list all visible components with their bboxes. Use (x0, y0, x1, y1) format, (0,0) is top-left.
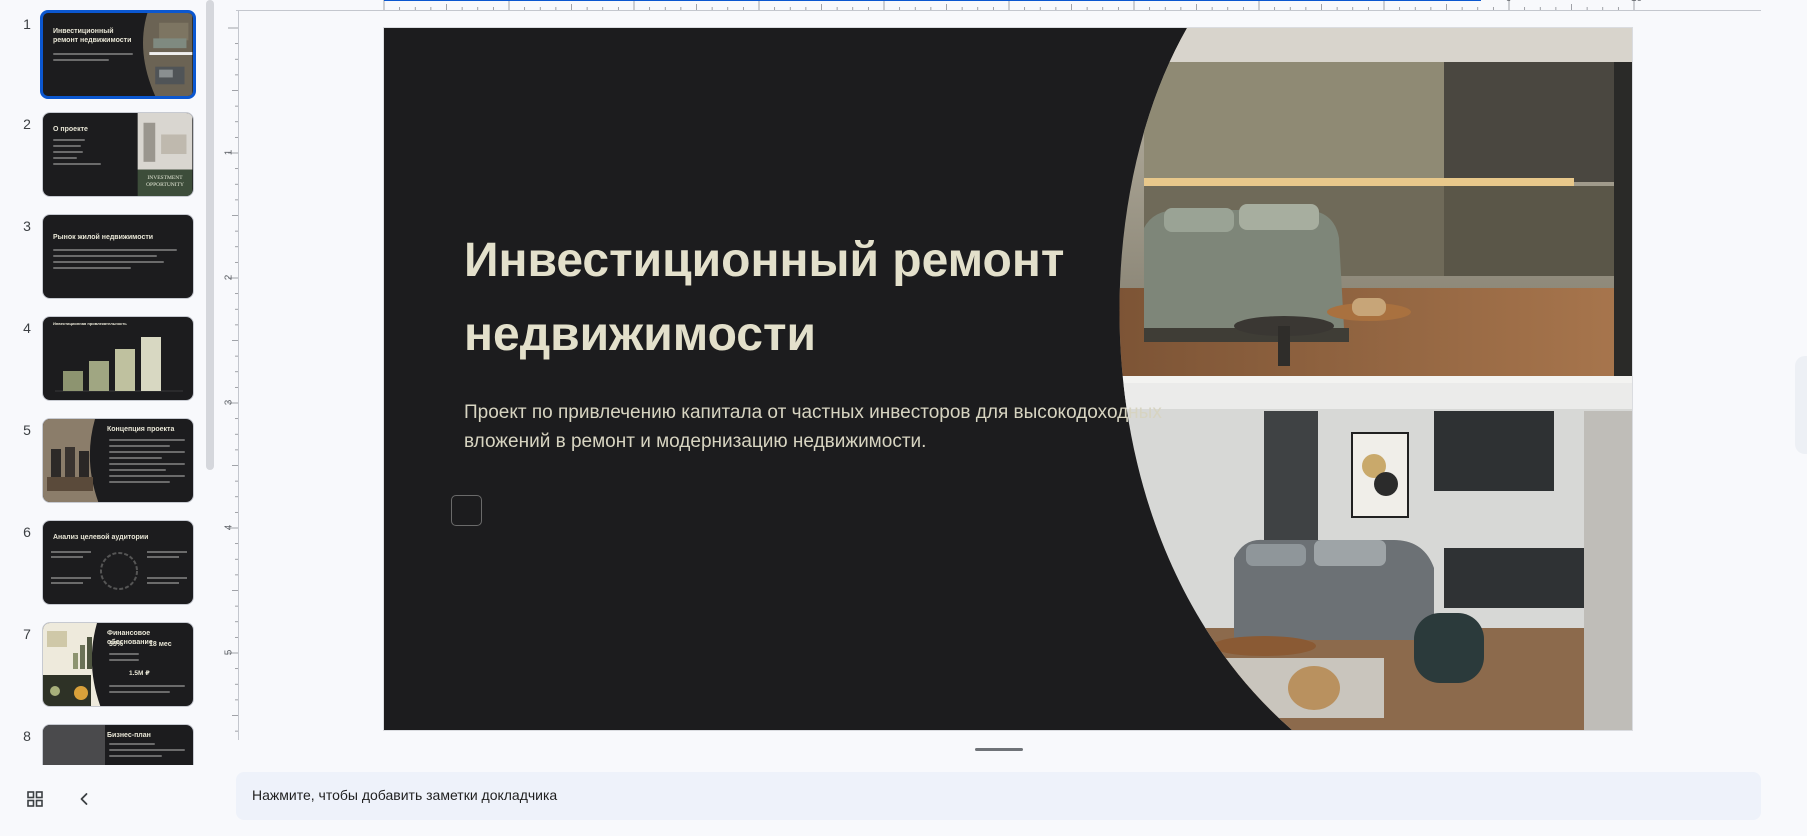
slide-preview-text (109, 653, 185, 665)
ruler-number: 1 (223, 149, 235, 156)
slide-preview-text (53, 249, 183, 273)
slide-number: 3 (23, 218, 31, 234)
slide-number: 7 (23, 626, 31, 642)
slide-number: 6 (23, 524, 31, 540)
ruler-ticks (383, 0, 1635, 10)
slide-preview-title: Анализ целевой аудитории (53, 534, 149, 541)
stat-months: 18 мес (149, 641, 172, 648)
grid-view-icon (27, 791, 43, 807)
side-panel-toggle[interactable] (1795, 356, 1807, 454)
slide-preview-text (53, 139, 133, 169)
slide-preview[interactable]: Анализ целевой аудитории (42, 520, 194, 605)
slide-preview[interactable]: Инвестиционная привлекательность (42, 316, 194, 401)
slide-preview[interactable]: Рынок жилой недвижимости (42, 214, 194, 299)
slide-thumbnail-7[interactable]: 7 Финансовое обоснование 35% 18 мес 1.5M… (0, 622, 210, 714)
slide-thumbnail-8[interactable]: 8 Бизнес-план (0, 724, 210, 765)
slide-thumbnail-2[interactable]: 2 INVESTMENT OPPORTUNITY О проекте (0, 112, 210, 204)
slide-subtitle[interactable]: Проект по привлечению капитала от частны… (464, 398, 1164, 456)
slide-number: 2 (23, 116, 31, 132)
slide-thumbnail-4[interactable]: 4 Инвестиционная привлекательность (0, 316, 210, 408)
slide-preview[interactable]: INVESTMENT OPPORTUNITY О проекте (42, 112, 194, 197)
notes-resize-handle[interactable] (975, 748, 1023, 751)
slide-preview[interactable]: Концепция проекта (42, 418, 194, 503)
slide-preview-title: Бизнес-план (107, 732, 151, 739)
slide-number: 1 (23, 16, 31, 32)
slide-photo-preview (143, 13, 193, 96)
bar-chart-preview (55, 337, 183, 392)
slide-preview[interactable]: Инвестиционный ремонт недвижимости (40, 10, 196, 99)
slide-preview-text (53, 53, 133, 65)
collapse-filmstrip-button[interactable] (74, 788, 94, 810)
slide-thumbnail-3[interactable]: 3 Рынок жилой недвижимости (0, 214, 210, 306)
slide-number: 5 (23, 422, 31, 438)
circle-diagram-preview (51, 551, 187, 590)
ruler-number: 5 (223, 649, 235, 656)
slide-preview-title: Концепция проекта (107, 426, 175, 433)
slide-thumbnail-5[interactable]: 5 Концепция проекта (0, 418, 210, 510)
slide-canvas[interactable]: Инвестиционный ремонт недвижимости Проек… (384, 28, 1632, 730)
speaker-notes-panel[interactable]: Нажмите, чтобы добавить заметки докладчи… (236, 772, 1761, 820)
horizontal-ruler[interactable]: 12345678910 (236, 0, 1761, 11)
ruler-number: 2 (223, 274, 235, 281)
stat-amount: 1.5M ₽ (129, 670, 150, 677)
slide-preview-title: Инвестиционная привлекательность (53, 321, 127, 326)
slide-number: 4 (23, 320, 31, 336)
speaker-notes-placeholder[interactable]: Нажмите, чтобы добавить заметки докладчи… (252, 787, 557, 803)
slide-title[interactable]: Инвестиционный ремонт недвижимости (464, 224, 1184, 372)
slide-preview-text (109, 439, 185, 487)
slide-photo-preview (43, 623, 101, 706)
ruler-slide-range (384, 0, 1481, 1)
ruler-ticks (228, 27, 238, 732)
ruler-number: 10 (1631, 0, 1642, 4)
slide-photo-preview (43, 419, 99, 502)
slide-thumbnail-6[interactable]: 6 Анализ целевой аудитории (0, 520, 210, 612)
slide-photo-preview (43, 725, 105, 765)
slide-preview-text (109, 743, 185, 761)
slide-number: 8 (23, 728, 31, 744)
slide-filmstrip: 1 Инвестиционный ремонт недвижимости 2 I… (0, 0, 220, 765)
slide-preview[interactable]: Бизнес-план (42, 724, 194, 765)
ruler-number: 3 (223, 399, 235, 406)
empty-placeholder-box[interactable] (451, 495, 482, 526)
filmstrip-scrollbar[interactable] (206, 0, 214, 470)
slide-preview-title: О проекте (53, 126, 88, 133)
investment-badge: INVESTMENT OPPORTUNITY (146, 175, 184, 188)
ruler-number: 4 (223, 524, 235, 531)
slide-preview-title: Инвестиционный ремонт недвижимости (53, 28, 132, 44)
slide-preview-title: Рынок жилой недвижимости (53, 234, 154, 241)
slide-preview-text (109, 685, 185, 697)
interior-photo-collage (1119, 28, 1632, 730)
chevron-left-icon (80, 793, 88, 805)
vertical-ruler[interactable]: 1 2 3 4 5 (223, 10, 239, 740)
ruler-number: 9 (1506, 0, 1512, 4)
slide-thumbnail-1[interactable]: 1 Инвестиционный ремонт недвижимости (0, 10, 210, 104)
stat-percent: 35% (109, 641, 124, 648)
grid-view-button[interactable] (25, 789, 45, 809)
slide-preview[interactable]: Финансовое обоснование 35% 18 мес 1.5M ₽ (42, 622, 194, 707)
